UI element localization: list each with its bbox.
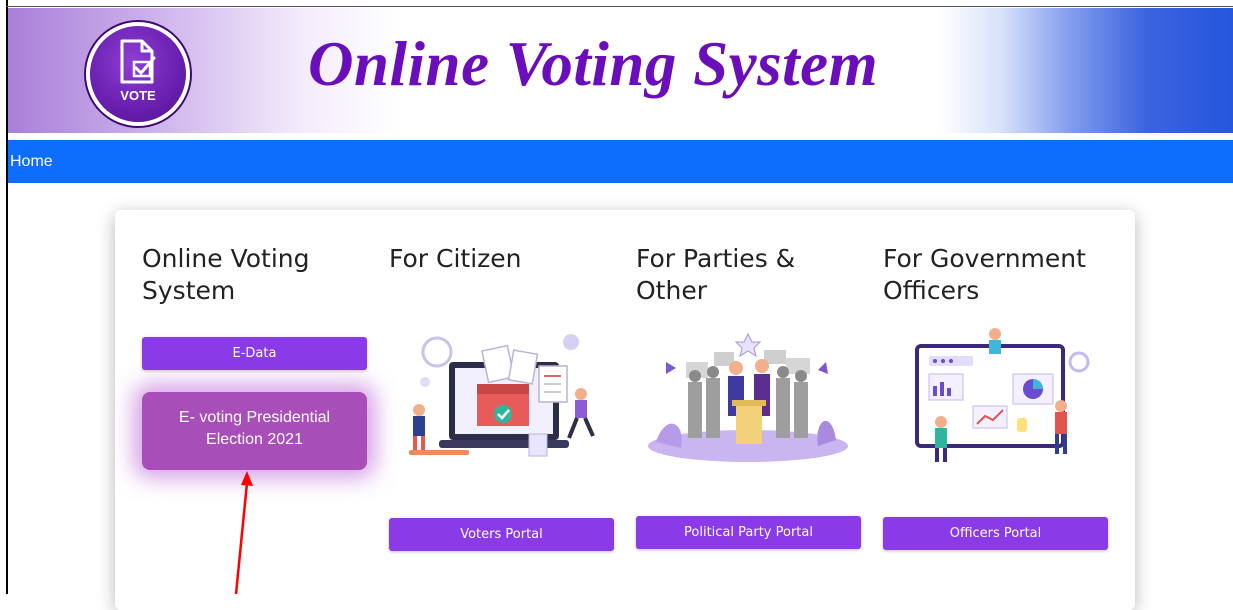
voting-laptop-illustration: [409, 334, 595, 457]
annotation-arrow: [234, 471, 253, 594]
evoting-label-line2: Election 2021: [206, 431, 303, 448]
column-title-government-line2: Officers: [883, 276, 980, 305]
column-title-parties-line1: For Parties &: [636, 244, 796, 273]
column-title-government-line1: For Government: [883, 244, 1086, 273]
vote-logo[interactable]: VOTE: [86, 22, 190, 126]
column-title-system: Online Voting System: [142, 243, 310, 307]
column-title-citizen: For Citizen: [389, 243, 522, 275]
nav-home-link[interactable]: Home: [10, 153, 53, 171]
ballot-document-icon: [120, 39, 156, 84]
navbar: Home: [8, 140, 1233, 183]
officers-dashboard-illustration: [915, 328, 1090, 462]
political-rally-illustration: [648, 332, 848, 462]
site-title: Online Voting System: [308, 29, 879, 99]
officers-portal-button[interactable]: Officers Portal: [883, 517, 1108, 550]
column-title-system-line2: System: [142, 276, 236, 305]
column-title-parties-line2: Other: [636, 276, 707, 305]
site-banner: VOTE Online Voting System: [8, 8, 1233, 133]
column-title-citizen-line1: For Citizen: [389, 244, 522, 273]
column-title-government: For Government Officers: [883, 243, 1086, 307]
logo-text: VOTE: [120, 88, 156, 103]
column-title-system-line1: Online Voting: [142, 244, 310, 273]
portal-card: Online Voting System E-Data E- voting Pr…: [115, 210, 1135, 610]
voters-portal-button[interactable]: Voters Portal: [389, 518, 614, 551]
evoting-election-button[interactable]: E- voting Presidential Election 2021: [142, 392, 367, 470]
edata-button[interactable]: E-Data: [142, 337, 367, 370]
evoting-label-line1: E- voting Presidential: [178, 409, 331, 426]
column-title-parties: For Parties & Other: [636, 243, 795, 307]
political-party-portal-button[interactable]: Political Party Portal: [636, 516, 861, 549]
window-frame-top: [6, 6, 1233, 7]
